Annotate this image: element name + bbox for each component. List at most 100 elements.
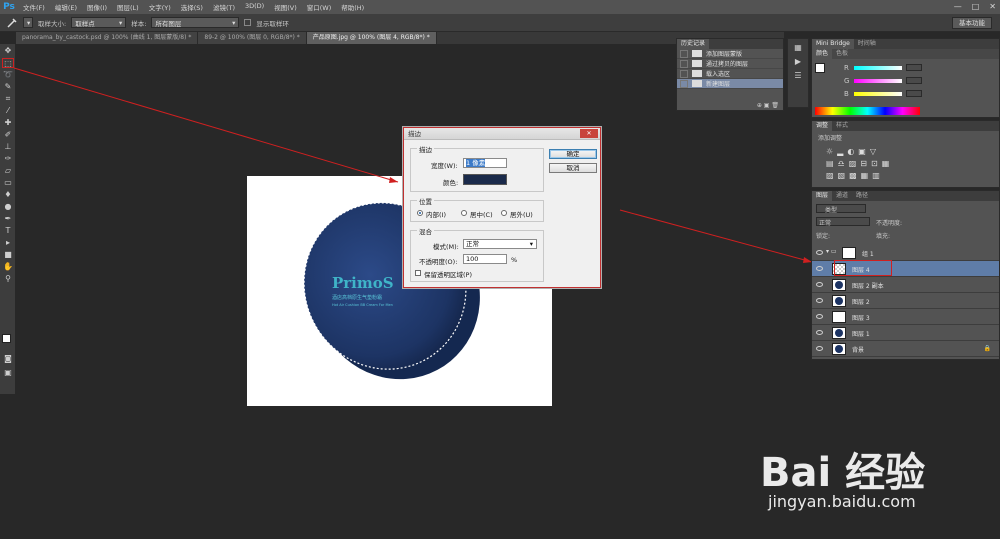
opacity-unit: % xyxy=(511,256,518,264)
layer-name: 背景 xyxy=(852,347,865,354)
folder-icon[interactable]: ▾ ▭ xyxy=(826,248,837,255)
preserve-transparency-checkbox[interactable] xyxy=(415,270,421,276)
history-toggle-icon[interactable] xyxy=(680,79,688,88)
photoshop-window: Ps 文件(F) 编辑(E) 图像(I) 图层(L) 文字(Y) 选择(S) 滤镜(T) 3D… xyxy=(0,0,1000,539)
stroke-group-legend: 描边 xyxy=(417,144,434,154)
dialog-title: 描边 xyxy=(404,128,600,140)
ok-button[interactable]: 确定 xyxy=(549,149,597,159)
layer-row[interactable]: 图层 2 副本 xyxy=(812,277,999,293)
history-state-icon xyxy=(692,70,702,77)
history-item[interactable]: 载入选区 xyxy=(677,69,783,79)
history-state-icon xyxy=(692,60,702,67)
swatches-tab[interactable]: 色板 xyxy=(832,49,852,59)
baidu-watermark: Bai 经验 jingyan.baidu.com xyxy=(740,430,1000,530)
mode-select[interactable]: 正常 ▾ xyxy=(463,239,537,249)
adjustments-panel: 调整 样式 添加调整 ☼▂◐▣▽ ▤♎▨⊟⊡▦ ▨▧▩▦▥ xyxy=(811,120,1000,188)
history-panel-icon[interactable]: ▦ xyxy=(792,43,804,53)
cancel-button[interactable]: 取消 xyxy=(549,163,597,173)
history-item-label: 添加图层蒙版 xyxy=(706,51,743,58)
layer-row[interactable]: 图层 2 xyxy=(812,293,999,309)
stroke-color-swatch[interactable] xyxy=(463,174,507,185)
width-label: 宽度(W): xyxy=(431,162,458,170)
visibility-eye-icon[interactable] xyxy=(816,282,823,287)
layer-thumbnail xyxy=(832,327,846,339)
visibility-eye-icon[interactable] xyxy=(816,266,823,271)
dialog-close-button[interactable]: ✕ xyxy=(580,129,598,138)
history-item[interactable]: 新建图层 xyxy=(677,79,783,89)
history-item[interactable]: 添加图层蒙版 xyxy=(677,49,783,59)
blend-group-legend: 混合 xyxy=(417,226,434,236)
lock-label: 锁定: xyxy=(816,233,831,240)
layer-thumbnail xyxy=(832,295,846,307)
preserve-transparency-label: 保留透明区域(P) xyxy=(424,271,472,279)
slider-r[interactable]: R xyxy=(832,64,932,72)
visibility-eye-icon[interactable] xyxy=(816,298,823,303)
mode-label: 模式(M): xyxy=(433,243,459,251)
panel-icon-strip: ▦ ▶ ☰ xyxy=(787,38,809,108)
layer-thumbnail xyxy=(832,279,846,291)
position-group-legend: 位置 xyxy=(417,196,434,206)
inside-label: 内部(I) xyxy=(426,211,446,219)
mini-bridge-tab[interactable]: Mini Bridge xyxy=(812,39,854,49)
slider-g[interactable]: G xyxy=(832,77,932,85)
slider-b[interactable]: B xyxy=(832,90,932,98)
layer-kind-filter[interactable]: 类型 xyxy=(816,204,866,214)
watermark-brand: Bai 经验 xyxy=(760,450,926,496)
color-panel: Mini Bridge 时间轴 颜色 色板 R G B xyxy=(811,38,1000,118)
outside-radio[interactable] xyxy=(501,210,507,216)
color-label: 颜色: xyxy=(443,179,459,187)
layer-row[interactable]: 背景 🔒 xyxy=(812,341,999,357)
opacity-input[interactable]: 100 xyxy=(463,254,507,264)
fg-swatch[interactable] xyxy=(815,63,825,73)
blend-group: 混合 模式(M): 正常 ▾ 不透明度(O): 100 % 保留透明区域(P) xyxy=(410,226,544,282)
inside-radio[interactable] xyxy=(417,210,423,216)
layer-name: 图层 2 xyxy=(852,299,870,306)
layer-row[interactable]: 图层 1 xyxy=(812,325,999,341)
visibility-eye-icon[interactable] xyxy=(816,346,823,351)
layer-row[interactable]: ▾ ▭ 组 1 xyxy=(812,245,999,261)
channels-tab[interactable]: 通道 xyxy=(832,191,852,201)
layer-thumbnail xyxy=(842,247,856,259)
timeline-tab[interactable]: 时间轴 xyxy=(854,39,880,49)
layer-name: 组 1 xyxy=(862,251,874,258)
actions-panel-icon[interactable]: ▶ xyxy=(792,57,804,67)
history-toggle-icon[interactable] xyxy=(680,69,688,78)
visibility-eye-icon[interactable] xyxy=(816,330,823,335)
opacity-label: 不透明度: xyxy=(876,220,903,227)
layer-thumbnail xyxy=(832,311,846,323)
layer-name: 图层 2 副本 xyxy=(852,283,884,290)
blend-mode-select[interactable]: 正常 xyxy=(816,217,870,227)
layer-row[interactable]: 图层 3 xyxy=(812,309,999,325)
color-tab[interactable]: 颜色 xyxy=(812,49,833,59)
history-tab[interactable]: 历史记录 xyxy=(677,39,710,49)
properties-panel-icon[interactable]: ☰ xyxy=(792,71,804,81)
layer-highlight-box xyxy=(834,260,892,276)
history-toggle-icon[interactable] xyxy=(680,59,688,68)
history-item[interactable]: 通过拷贝的图层 xyxy=(677,59,783,69)
width-input[interactable]: 1 像素 xyxy=(463,158,507,168)
styles-tab[interactable]: 样式 xyxy=(832,121,852,131)
history-toggle-icon[interactable] xyxy=(680,49,688,58)
adjustment-icons[interactable]: ☼▂◐▣▽ ▤♎▨⊟⊡▦ ▨▧▩▦▥ xyxy=(812,144,999,184)
fill-label: 填充: xyxy=(876,233,891,240)
outside-label: 居外(U) xyxy=(510,211,533,219)
adjustments-hint: 添加调整 xyxy=(818,135,843,142)
opacity-label: 不透明度(O): xyxy=(419,258,458,266)
history-state-icon xyxy=(692,50,702,57)
stroke-dialog: 描边 ✕ 描边 宽度(W): 1 像素 颜色: 位置 内部(I) 居中(C) 居… xyxy=(403,127,601,288)
history-panel: 历史记录 添加图层蒙版 通过拷贝的图层 载入选区 新建图层 ⊕ ▣ 🗑 xyxy=(676,38,784,111)
adjustments-tab[interactable]: 调整 xyxy=(812,121,833,131)
visibility-eye-icon[interactable] xyxy=(816,314,823,319)
history-item-label: 通过拷贝的图层 xyxy=(706,61,749,68)
paths-tab[interactable]: 路径 xyxy=(852,191,872,201)
layers-tab[interactable]: 图层 xyxy=(812,191,833,201)
lock-icon: 🔒 xyxy=(983,345,991,352)
visibility-eye-icon[interactable] xyxy=(816,250,823,255)
history-state-icon xyxy=(692,80,702,87)
color-spectrum[interactable] xyxy=(815,107,920,115)
center-radio[interactable] xyxy=(461,210,467,216)
history-footer-icons[interactable]: ⊕ ▣ 🗑 xyxy=(757,102,779,109)
history-list: 添加图层蒙版 通过拷贝的图层 载入选区 新建图层 xyxy=(677,49,783,89)
center-label: 居中(C) xyxy=(470,211,493,219)
layer-thumbnail xyxy=(832,343,846,355)
